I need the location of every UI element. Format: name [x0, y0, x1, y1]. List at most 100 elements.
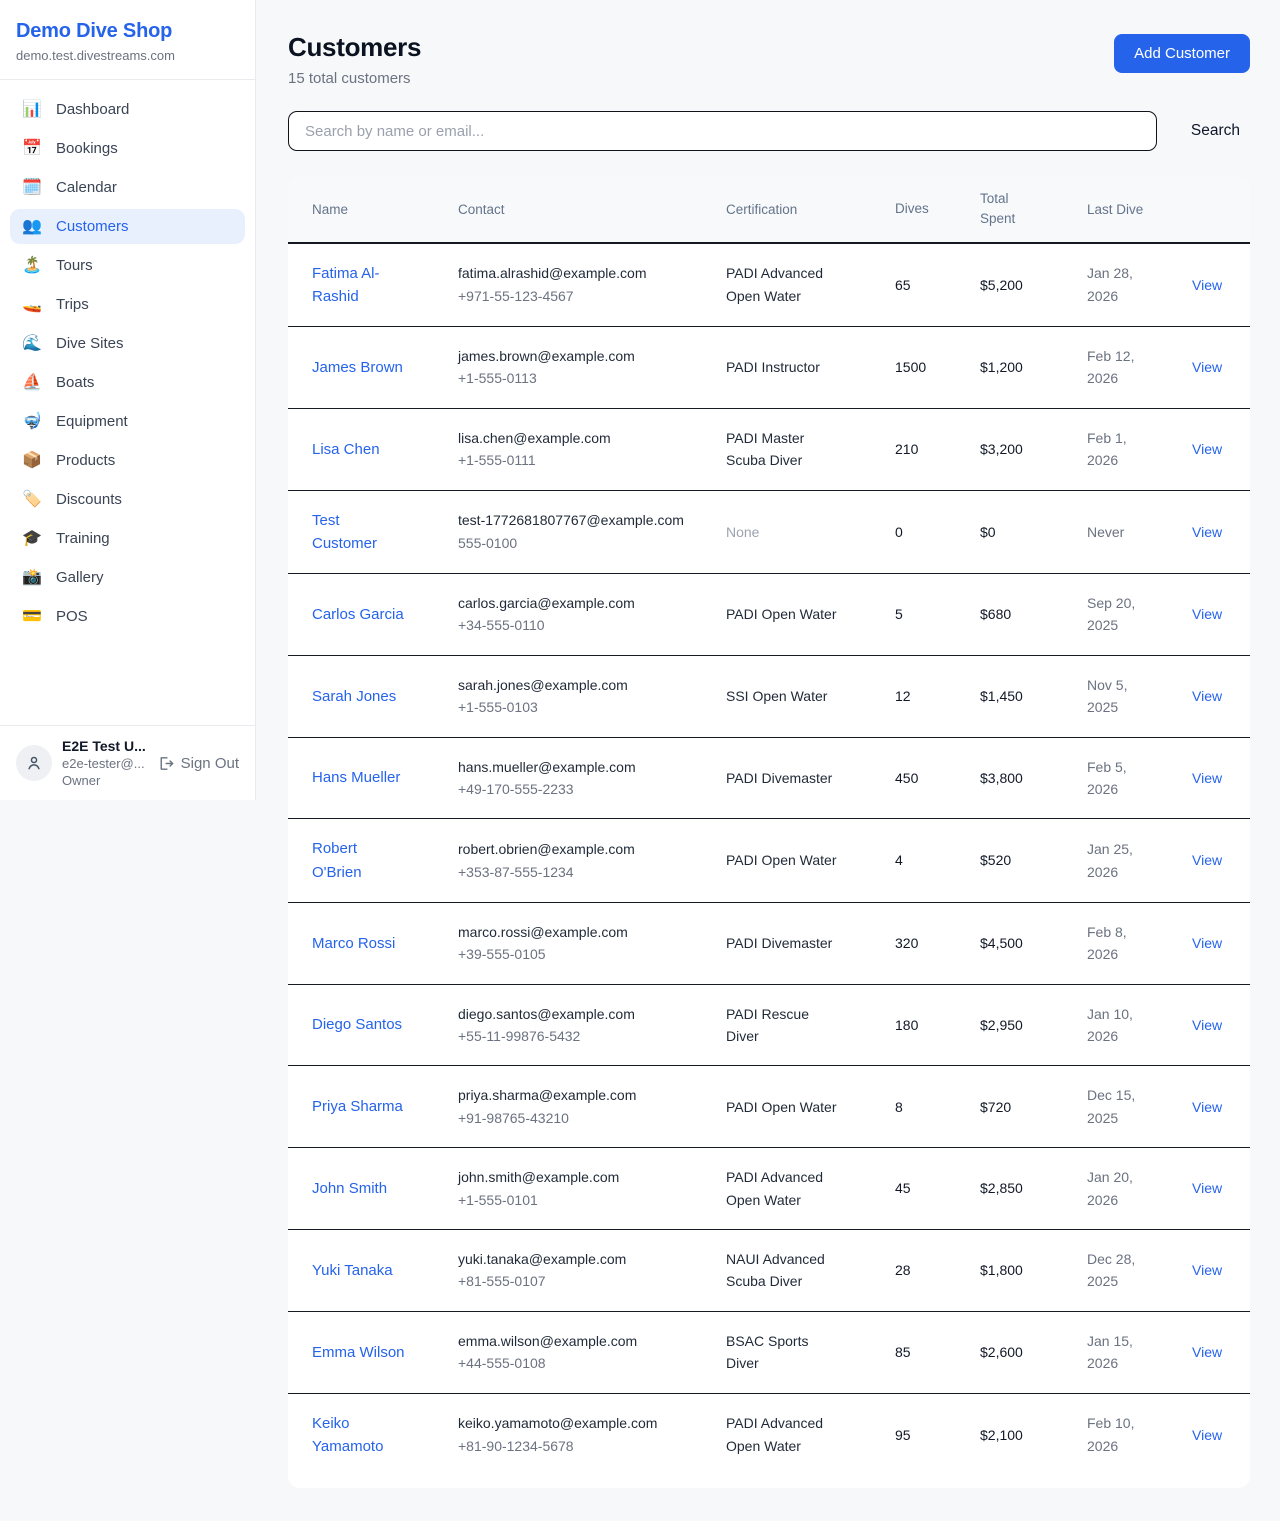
sidebar-item[interactable]: 📊 Dashboard [10, 92, 245, 127]
dives-count: 8 [895, 1099, 903, 1115]
view-link[interactable]: View [1192, 688, 1222, 704]
sidebar-item[interactable]: 🗓️ Calendar [10, 170, 245, 205]
sidebar-item-label: Bookings [56, 140, 118, 157]
view-link[interactable]: View [1192, 606, 1222, 622]
customer-phone: +1-555-0111 [458, 449, 694, 471]
customer-name-link[interactable]: Yuki Tanaka [312, 1259, 393, 1282]
view-link[interactable]: View [1192, 770, 1222, 786]
view-link[interactable]: View [1192, 1099, 1222, 1115]
shop-name: Demo Dive Shop [16, 20, 239, 43]
customer-phone: +353-87-555-1234 [458, 861, 694, 883]
customer-name-link[interactable]: Robert O'Brien [312, 837, 406, 884]
sidebar-item[interactable]: 🎓 Training [10, 521, 245, 556]
certification-text: PADI Divemaster [726, 932, 832, 954]
table-row: Lisa Chen lisa.chen@example.com +1-555-0… [288, 408, 1250, 490]
customer-name-link[interactable]: Emma Wilson [312, 1341, 405, 1364]
customer-email: carlos.garcia@example.com [458, 592, 694, 614]
certification-text: PADI Master Scuba Diver [726, 427, 838, 472]
customer-name-link[interactable]: Carlos Garcia [312, 603, 404, 626]
sidebar-item[interactable]: 👥 Customers [10, 209, 245, 244]
customer-phone: +34-555-0110 [458, 614, 694, 636]
total-spent: $520 [980, 852, 1011, 868]
last-dive-date: Sep 20, 2025 [1087, 592, 1145, 637]
table-row: John Smith john.smith@example.com +1-555… [288, 1148, 1250, 1230]
column-header: Contact [434, 177, 702, 243]
calendar-icon: 📅 [22, 141, 42, 157]
certification-text: NAUI Advanced Scuba Diver [726, 1248, 838, 1293]
customer-email: keiko.yamamoto@example.com [458, 1412, 694, 1434]
add-customer-button[interactable]: Add Customer [1114, 34, 1250, 73]
customer-name-link[interactable]: Test Customer [312, 509, 406, 556]
sidebar-item[interactable]: 🌊 Dive Sites [10, 326, 245, 361]
search-input[interactable] [288, 111, 1157, 151]
sidebar-item[interactable]: 📸 Gallery [10, 560, 245, 595]
table-row: Keiko Yamamoto keiko.yamamoto@example.co… [288, 1393, 1250, 1476]
dives-count: 4 [895, 852, 903, 868]
customer-email: emma.wilson@example.com [458, 1330, 694, 1352]
last-dive-date: Never [1087, 521, 1124, 543]
total-spent: $1,200 [980, 359, 1023, 375]
last-dive-date: Feb 12, 2026 [1087, 345, 1145, 390]
customer-name-link[interactable]: Diego Santos [312, 1013, 402, 1036]
sidebar-item[interactable]: 🤿 Equipment [10, 404, 245, 439]
sidebar-item-label: Dive Sites [56, 335, 124, 352]
customer-phone: +44-555-0108 [458, 1352, 694, 1374]
customer-name-link[interactable]: Lisa Chen [312, 438, 380, 461]
dives-count: 210 [895, 441, 918, 457]
dives-count: 180 [895, 1017, 918, 1033]
last-dive-date: Nov 5, 2025 [1087, 674, 1145, 719]
customer-name-link[interactable]: Keiko Yamamoto [312, 1412, 406, 1459]
shop-domain: demo.test.divestreams.com [16, 48, 239, 63]
customer-name-link[interactable]: Sarah Jones [312, 685, 396, 708]
customer-name-link[interactable]: James Brown [312, 356, 403, 379]
customer-phone: +91-98765-43210 [458, 1107, 694, 1129]
view-link[interactable]: View [1192, 935, 1222, 951]
column-header: Certification [702, 177, 871, 243]
diving-mask-icon: 🤿 [22, 414, 42, 430]
sidebar-item-label: Boats [56, 374, 94, 391]
view-link[interactable]: View [1192, 359, 1222, 375]
sidebar-item[interactable]: 📦 Products [10, 443, 245, 478]
column-header: Last Dive [1063, 177, 1168, 243]
total-spent: $2,600 [980, 1344, 1023, 1360]
total-spent: $3,200 [980, 441, 1023, 457]
sidebar-item[interactable]: 🚤 Trips [10, 287, 245, 322]
total-spent: $2,950 [980, 1017, 1023, 1033]
sidebar-item-label: Equipment [56, 413, 128, 430]
view-link[interactable]: View [1192, 1344, 1222, 1360]
certification-text: PADI Open Water [726, 1096, 836, 1118]
customer-name-link[interactable]: John Smith [312, 1177, 387, 1200]
customer-name-link[interactable]: Fatima Al-Rashid [312, 262, 406, 309]
dives-count: 45 [895, 1180, 911, 1196]
customer-name-link[interactable]: Marco Rossi [312, 932, 395, 955]
sidebar-item[interactable]: 🏷️ Discounts [10, 482, 245, 517]
sign-out-button[interactable]: Sign Out [157, 755, 239, 772]
view-link[interactable]: View [1192, 1427, 1222, 1443]
logout-icon [157, 755, 174, 772]
table-row: Diego Santos diego.santos@example.com +5… [288, 984, 1250, 1066]
sign-out-label: Sign Out [181, 755, 239, 772]
page-header: Customers 15 total customers Add Custome… [288, 32, 1250, 87]
customer-email: marco.rossi@example.com [458, 921, 694, 943]
search-button[interactable]: Search [1181, 118, 1250, 144]
table-row: Robert O'Brien robert.obrien@example.com… [288, 819, 1250, 903]
certification-text: PADI Advanced Open Water [726, 262, 838, 307]
sidebar-item[interactable]: 🏝️ Tours [10, 248, 245, 283]
view-link[interactable]: View [1192, 1180, 1222, 1196]
sidebar-item[interactable]: 📅 Bookings [10, 131, 245, 166]
view-link[interactable]: View [1192, 441, 1222, 457]
search-bar: Search [288, 111, 1250, 151]
customer-name-link[interactable]: Hans Mueller [312, 766, 400, 789]
view-link[interactable]: View [1192, 277, 1222, 293]
table-row: Marco Rossi marco.rossi@example.com +39-… [288, 902, 1250, 984]
view-link[interactable]: View [1192, 852, 1222, 868]
view-link[interactable]: View [1192, 1017, 1222, 1033]
table-row: Emma Wilson emma.wilson@example.com +44-… [288, 1311, 1250, 1393]
customer-name-link[interactable]: Priya Sharma [312, 1095, 403, 1118]
customer-phone: +49-170-555-2233 [458, 778, 694, 800]
sidebar-item[interactable]: ⛵ Boats [10, 365, 245, 400]
sidebar-item[interactable]: 💳 POS [10, 599, 245, 634]
certification-text: SSI Open Water [726, 685, 827, 707]
view-link[interactable]: View [1192, 1262, 1222, 1278]
view-link[interactable]: View [1192, 524, 1222, 540]
